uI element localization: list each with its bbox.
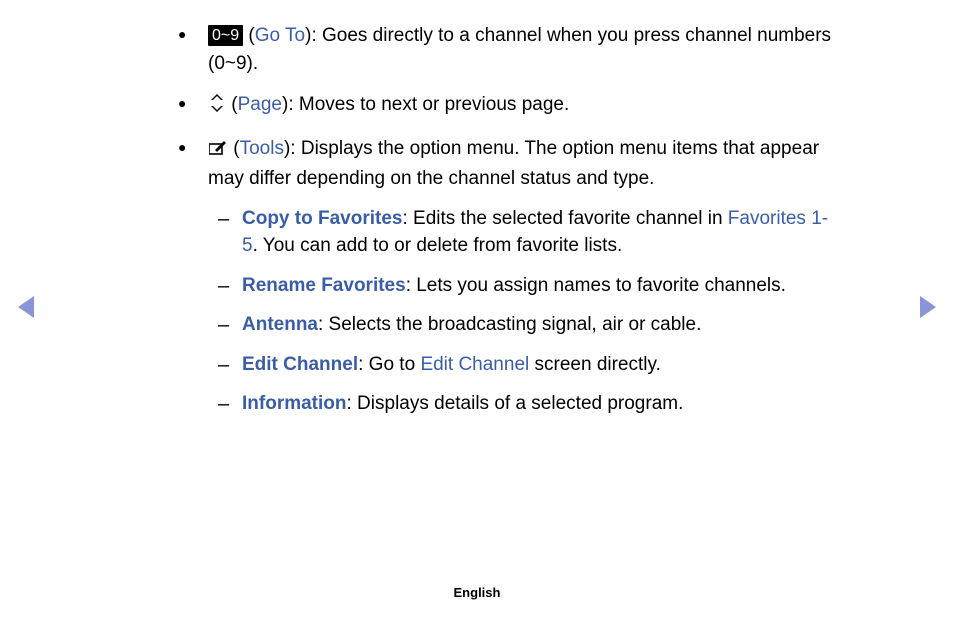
edit-channel-label: Edit Channel [242,354,358,375]
page-text: : Moves to next or previous page. [288,94,569,115]
rename-favorites-text: : Lets you assign names to favorite chan… [406,275,786,296]
edit-channel-post: screen directly. [529,354,661,375]
document-body: 0~9 (Go To): Goes directly to a channel … [0,0,954,418]
page-label: Page [238,94,282,115]
copy-favorites-pre: : Edits the selected favorite channel in [402,208,727,229]
edit-channel-pre: : Go to [358,354,420,375]
tools-icon [208,138,228,166]
list-item: (Tools): Displays the option menu. The o… [172,135,839,418]
edit-channel-link-label: Edit Channel [420,354,529,375]
list-item: Rename Favorites: Lets you assign names … [210,272,839,300]
prev-page-button[interactable] [18,296,34,318]
copy-favorites-post: . You can add to or delete from favorite… [253,235,623,256]
goto-label: Go To [255,25,305,46]
list-item: 0~9 (Go To): Goes directly to a channel … [172,22,839,77]
list-item: Copy to Favorites: Edits the selected fa… [210,205,839,260]
list-item: Antenna: Selects the broadcasting signal… [210,311,839,339]
bullet-list: 0~9 (Go To): Goes directly to a channel … [172,22,839,418]
list-item: Information: Displays details of a selec… [210,390,839,418]
number-keys-badge: 0~9 [208,25,243,46]
next-page-button[interactable] [920,296,936,318]
information-text: : Displays details of a selected program… [347,393,684,414]
information-label: Information [242,393,347,414]
tools-text: : Displays the option menu. The option m… [208,138,819,190]
tools-label: Tools [240,138,284,159]
sub-list: Copy to Favorites: Edits the selected fa… [210,205,839,418]
rename-favorites-label: Rename Favorites [242,275,406,296]
antenna-text: : Selects the broadcasting signal, air o… [318,314,701,335]
language-footer: English [0,585,954,600]
antenna-label: Antenna [242,314,318,335]
updown-icon [208,93,226,121]
list-item: Edit Channel: Go to Edit Channel screen … [210,351,839,379]
list-item: (Page): Moves to next or previous page. [172,91,839,121]
copy-favorites-label: Copy to Favorites [242,208,402,229]
